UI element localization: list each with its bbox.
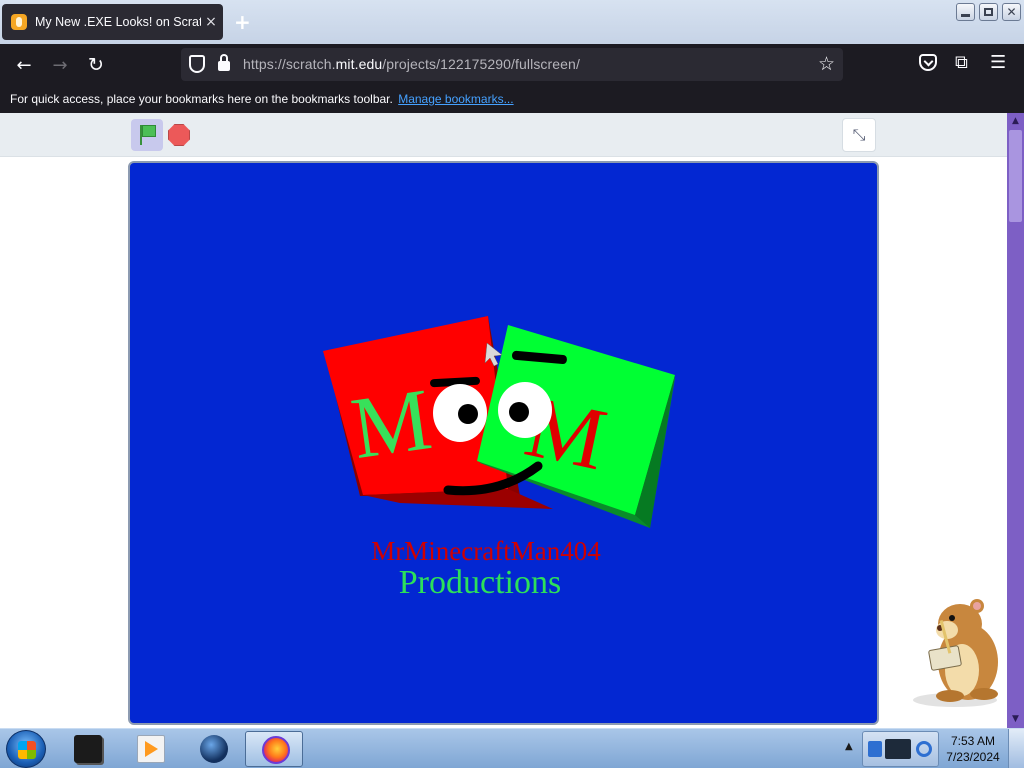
media-player-icon <box>137 735 165 763</box>
logo-letter-left: M <box>346 371 437 478</box>
stage-header: ⤡ <box>0 113 1007 157</box>
tab-title: My New .EXE Looks! on Scratch <box>35 15 201 29</box>
scroll-up-arrow-icon[interactable]: ▲ <box>1007 113 1024 130</box>
screen: My New .EXE Looks! on Scratch × + ✕ ← → … <box>0 0 1024 768</box>
maximize-icon <box>984 8 993 16</box>
tab-scratch-project[interactable]: My New .EXE Looks! on Scratch × <box>2 4 223 40</box>
url-host: mit.edu <box>335 56 383 72</box>
bookmark-star-icon[interactable]: ☆ <box>818 53 835 75</box>
green-flag-button[interactable] <box>131 119 163 151</box>
hamburger-menu-icon[interactable]: ☰ <box>990 52 1006 73</box>
lock-icon[interactable] <box>218 54 230 71</box>
url-path: /projects/122175290/fullscreen/ <box>382 56 580 72</box>
url-bar[interactable]: https://scratch.mit.edu/projects/1221752… <box>181 48 843 81</box>
minimize-icon <box>961 13 970 17</box>
black-box-app-icon <box>74 735 102 763</box>
taskbar-item-app1[interactable] <box>58 731 116 767</box>
clock-time: 7:53 AM <box>950 734 996 748</box>
navigation-toolbar: ← → ↻ https://scratch.mit.edu/projects/1… <box>0 44 1024 85</box>
volume-icon[interactable] <box>916 741 932 757</box>
mm-logo-illustration: M M MrMinecraftMan404 Productions <box>323 316 675 601</box>
stop-button[interactable] <box>168 124 190 146</box>
hamster-desktop-pet[interactable] <box>900 590 1006 710</box>
globe-app-icon <box>200 735 228 763</box>
reload-button[interactable]: ↻ <box>83 52 109 78</box>
notification-tray <box>862 731 939 767</box>
maximize-button[interactable] <box>979 3 998 21</box>
scrollbar-thumb[interactable] <box>1009 130 1022 222</box>
minimize-button[interactable] <box>956 3 975 21</box>
scratch-favicon-icon <box>11 14 27 30</box>
tab-close-icon[interactable]: × <box>203 14 219 30</box>
system-clock[interactable]: 7:53 AM 7/23/2024 <box>943 733 1003 765</box>
firefox-icon <box>262 736 290 764</box>
manage-bookmarks-link[interactable]: Manage bookmarks... <box>398 92 513 106</box>
new-tab-button[interactable]: + <box>234 10 251 34</box>
taskbar-item-media-player[interactable] <box>121 731 179 767</box>
clock-date: 7/23/2024 <box>946 750 1000 764</box>
url-text[interactable]: https://scratch.mit.edu/projects/1221752… <box>243 56 580 72</box>
scroll-down-arrow-icon[interactable]: ▼ <box>1007 711 1024 728</box>
page-scrollbar[interactable]: ▲ ▼ <box>1007 113 1024 728</box>
green-flag-cloth <box>142 125 156 137</box>
credit-name: MrMinecraftMan404 <box>371 536 601 566</box>
back-button[interactable]: ← <box>11 52 37 78</box>
taskbar-item-globe-app[interactable] <box>184 731 242 767</box>
left-pupil <box>458 404 478 424</box>
pocket-icon[interactable] <box>919 54 937 71</box>
exit-fullscreen-button[interactable]: ⤡ <box>842 118 876 152</box>
tracking-protection-shield-icon[interactable] <box>189 55 205 73</box>
extensions-icon[interactable]: ⧉ <box>955 52 968 73</box>
taskbar: ▲ 7:53 AM 7/23/2024 <box>0 728 1024 768</box>
tray-app-icon[interactable] <box>868 741 882 757</box>
bookmarks-message: For quick access, place your bookmarks h… <box>10 92 393 106</box>
right-pupil <box>509 402 529 422</box>
show-desktop-button[interactable] <box>1008 729 1024 768</box>
exit-fullscreen-icon: ⤡ <box>852 125 866 144</box>
taskbar-item-firefox[interactable] <box>245 731 303 767</box>
page-content: ⤡ M M MrMinecraftMan404 Productions <box>0 113 1007 728</box>
url-prefix: https://scratch. <box>243 56 336 72</box>
bookmarks-toolbar: For quick access, place your bookmarks h… <box>0 85 1024 113</box>
credit-productions: Productions <box>399 564 561 601</box>
close-icon: ✕ <box>1006 5 1017 19</box>
network-monitor-icon[interactable] <box>885 739 911 759</box>
start-button[interactable] <box>6 730 46 768</box>
project-stage[interactable]: M M MrMinecraftMan404 Productions <box>128 161 879 725</box>
show-hidden-icons-arrow-icon[interactable]: ▲ <box>845 741 853 752</box>
forward-button[interactable]: → <box>47 52 73 78</box>
close-window-button[interactable]: ✕ <box>1002 3 1021 21</box>
tab-strip: My New .EXE Looks! on Scratch × + ✕ <box>0 0 1024 44</box>
